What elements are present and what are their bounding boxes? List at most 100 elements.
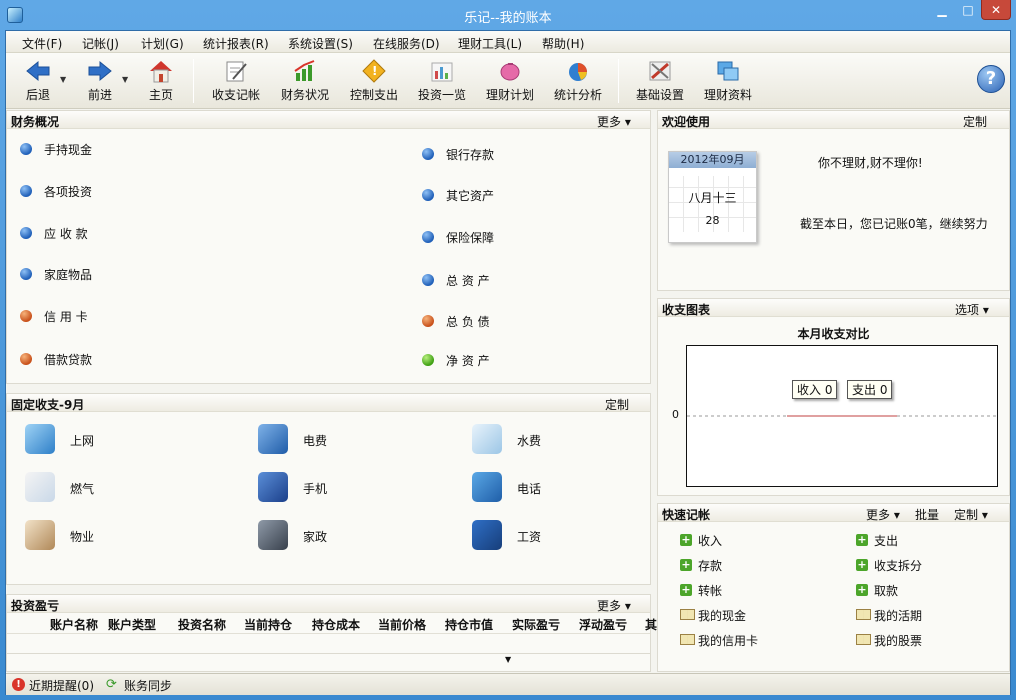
home-button[interactable]: 主页 bbox=[143, 59, 179, 107]
quick-item-left-3[interactable]: 我的现金 bbox=[698, 607, 746, 624]
overview-item-right-1[interactable]: 其它资产 bbox=[446, 187, 494, 204]
finance-data-button[interactable]: 理财资料 bbox=[700, 59, 756, 107]
fixed-item-label[interactable]: 物业 bbox=[70, 528, 94, 545]
menu-help[interactable]: 帮助(H) bbox=[542, 35, 584, 52]
cleaning-icon[interactable] bbox=[258, 520, 288, 550]
overview-item-right-0[interactable]: 银行存款 bbox=[446, 146, 494, 163]
more-label: 更多 bbox=[597, 599, 622, 613]
finance-status-button[interactable]: 财务状况 bbox=[277, 59, 333, 107]
fixed-item-label[interactable]: 水费 bbox=[517, 432, 541, 449]
quick-item-right-4[interactable]: 我的股票 bbox=[874, 632, 922, 649]
quick-item-left-1[interactable]: 存款 bbox=[698, 557, 722, 574]
forward-dropdown-icon[interactable]: ▼ bbox=[122, 75, 128, 84]
overview-item-right-5[interactable]: 净 资 产 bbox=[446, 352, 490, 369]
quick-item-right-0[interactable]: 支出 bbox=[874, 532, 898, 549]
sync-icon: ⟳ bbox=[106, 677, 117, 692]
invest-column-header[interactable]: 持仓成本 bbox=[312, 616, 360, 633]
overview-item-left-3[interactable]: 家庭物品 bbox=[44, 266, 92, 283]
quick-batch-button[interactable]: 批量 bbox=[915, 506, 939, 523]
legend-expense: 支出 0 bbox=[847, 380, 893, 399]
power-plug-icon[interactable] bbox=[258, 424, 288, 454]
quick-item-right-2[interactable]: 取款 bbox=[874, 582, 898, 599]
fixed-custom-button[interactable]: 定制 bbox=[605, 396, 629, 413]
maximize-button[interactable]: □ bbox=[955, 0, 981, 20]
back-button[interactable]: 后退 bbox=[20, 59, 56, 107]
finance-data-label: 理财资料 bbox=[703, 88, 752, 102]
fixed-item-label[interactable]: 燃气 bbox=[70, 480, 94, 497]
menu-file[interactable]: 文件(F) bbox=[22, 35, 62, 52]
invest-column-header[interactable]: 投资名称 bbox=[178, 616, 226, 633]
forward-button[interactable]: 前进 bbox=[82, 59, 118, 107]
overview-item-left-1[interactable]: 各项投资 bbox=[44, 183, 92, 200]
overview-item-left-4[interactable]: 信 用 卡 bbox=[44, 308, 88, 325]
chart-options-button[interactable]: 选项 ▾ bbox=[955, 301, 989, 318]
menu-record[interactable]: 记帐(J) bbox=[82, 35, 119, 52]
overview-item-right-3[interactable]: 总 资 产 bbox=[446, 272, 490, 289]
invest-column-header[interactable]: 当前持仓 bbox=[244, 616, 292, 633]
help-icon[interactable]: ? bbox=[977, 65, 1005, 93]
minimize-button[interactable]: ▁ bbox=[929, 0, 955, 20]
quick-custom-button[interactable]: 定制 ▾ bbox=[954, 506, 988, 523]
fixed-item-label[interactable]: 工资 bbox=[517, 528, 541, 545]
menu-settings[interactable]: 系统设置(S) bbox=[288, 35, 353, 52]
income-expense-button[interactable]: 收支记帐 bbox=[208, 59, 264, 107]
menu-reports[interactable]: 统计报表(R) bbox=[203, 35, 269, 52]
fixed-item-label[interactable]: 手机 bbox=[303, 480, 327, 497]
quick-item-left-4[interactable]: 我的信用卡 bbox=[698, 632, 758, 649]
quick-item-right-1[interactable]: 收支拆分 bbox=[874, 557, 922, 574]
cloud-water-icon[interactable] bbox=[472, 424, 502, 454]
overview-more-button[interactable]: 更多 ▾ bbox=[597, 113, 631, 130]
overview-item-right-2[interactable]: 保险保障 bbox=[446, 229, 494, 246]
menu-tools[interactable]: 理财工具(L) bbox=[458, 35, 522, 52]
overview-item-left-5[interactable]: 借款贷款 bbox=[44, 351, 92, 368]
fixed-item-label[interactable]: 电话 bbox=[517, 480, 541, 497]
invest-column-header[interactable]: 账户名称 bbox=[50, 616, 98, 633]
back-dropdown-icon[interactable]: ▼ bbox=[60, 75, 66, 84]
quick-more-button[interactable]: 更多 ▾ bbox=[866, 506, 900, 523]
toolbar: 后退 ▼ 前进 ▼ 主页 收支记帐 财务状况 ! 控制支出 投资一览 理财计划 … bbox=[6, 53, 1010, 109]
finance-plan-button[interactable]: 理财计划 bbox=[482, 59, 538, 107]
invest-column-header[interactable]: 浮动盈亏 bbox=[579, 616, 627, 633]
close-button[interactable]: ✕ bbox=[981, 0, 1011, 20]
stat-analysis-button[interactable]: 统计分析 bbox=[550, 59, 606, 107]
welcome-custom-button[interactable]: 定制 bbox=[963, 113, 987, 130]
bar-chart-icon[interactable] bbox=[472, 520, 502, 550]
overview-title: 财务概况 bbox=[11, 115, 60, 129]
invest-list-label: 投资一览 bbox=[417, 88, 466, 102]
basic-settings-button[interactable]: 基础设置 bbox=[632, 59, 688, 107]
menu-plan[interactable]: 计划(G) bbox=[141, 35, 184, 52]
invest-column-header[interactable]: 持仓市值 bbox=[445, 616, 493, 633]
status-dot-icon bbox=[20, 185, 32, 197]
sync-link[interactable]: 账务同步 bbox=[124, 677, 172, 694]
overview-item-left-0[interactable]: 手持现金 bbox=[44, 141, 92, 158]
invest-column-header[interactable]: 实际盈亏 bbox=[512, 616, 560, 633]
house-icon[interactable] bbox=[25, 520, 55, 550]
reminder-link[interactable]: 近期提醒(0) bbox=[29, 677, 94, 694]
chart-header: 收支图表 选项 ▾ bbox=[658, 299, 1009, 317]
globe-icon[interactable] bbox=[25, 424, 55, 454]
expand-down-icon[interactable]: ▼ bbox=[505, 655, 511, 664]
overview-item-right-4[interactable]: 总 负 债 bbox=[446, 313, 490, 330]
bluetooth-phone-icon[interactable] bbox=[258, 472, 288, 502]
back-label: 后退 bbox=[25, 88, 50, 102]
invest-column-header[interactable]: 账户类型 bbox=[108, 616, 156, 633]
alert-icon: ! bbox=[12, 678, 25, 691]
invest-column-header[interactable]: 其 bbox=[645, 616, 657, 633]
basic-settings-label: 基础设置 bbox=[635, 88, 684, 102]
invest-column-header[interactable]: 当前价格 bbox=[378, 616, 426, 633]
refresh-gas-icon[interactable] bbox=[25, 472, 55, 502]
bar-growth-icon bbox=[294, 60, 315, 81]
quick-panel: 快速记帐 更多 ▾ 批量 定制 ▾ + 收入 + 存款 + 转帐 我的现金 我的信用卡 + 支出… bbox=[657, 503, 1010, 672]
quick-item-left-0[interactable]: 收入 bbox=[698, 532, 722, 549]
quick-item-left-2[interactable]: 转帐 bbox=[698, 582, 722, 599]
fixed-item-label[interactable]: 上网 bbox=[70, 432, 94, 449]
invest-list-button[interactable]: 投资一览 bbox=[414, 59, 470, 107]
control-spend-button[interactable]: ! 控制支出 bbox=[346, 59, 402, 107]
quick-item-right-3[interactable]: 我的活期 bbox=[874, 607, 922, 624]
wifi-signal-icon[interactable] bbox=[472, 472, 502, 502]
menu-online[interactable]: 在线服务(D) bbox=[373, 35, 440, 52]
fixed-item-label[interactable]: 家政 bbox=[303, 528, 327, 545]
fixed-item-label[interactable]: 电费 bbox=[303, 432, 327, 449]
invest-more-button[interactable]: 更多 ▾ bbox=[597, 597, 631, 614]
overview-item-left-2[interactable]: 应 收 款 bbox=[44, 225, 88, 242]
